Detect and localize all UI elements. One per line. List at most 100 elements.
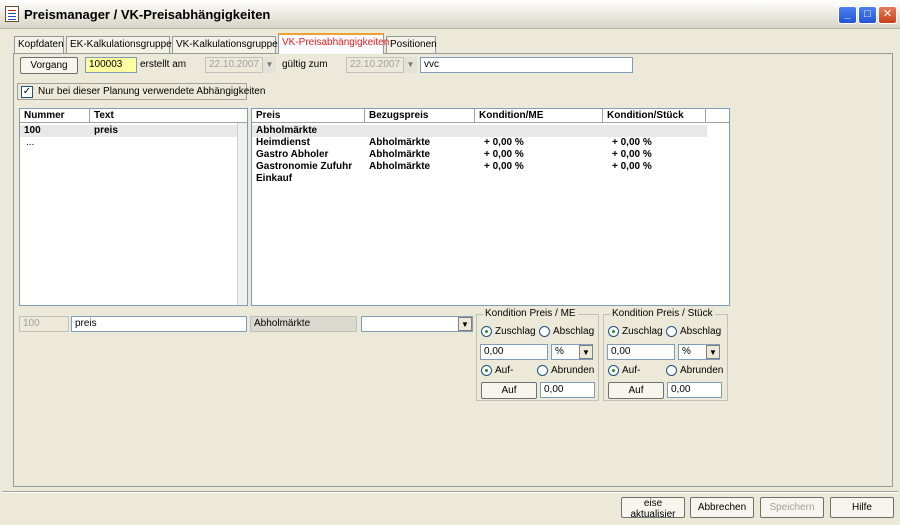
column-header-text[interactable]: Text [90,109,247,123]
gueltig-date-field[interactable]: 22.10.2007 [346,57,406,73]
kondition-me-zuschlag-radio[interactable] [481,326,492,337]
left-list-scrollbar[interactable] [237,123,247,305]
column-header-preis[interactable]: Preis [252,109,365,123]
list-item-text: preis [94,125,118,136]
kondition-stueck-zuschlag-label: Zuschlag [622,326,663,337]
cell-preis: Gastro Abholer [256,149,329,160]
vorgang-button[interactable]: Vorgang [20,57,78,74]
window-title: Preismanager / VK-Preisabhängigkeiten [24,7,271,22]
kondition-me-abschlag-label: Abschlag [553,326,595,337]
description-field[interactable]: vvc [420,57,633,73]
kondition-stueck-auf-button[interactable]: Auf [608,382,664,399]
kondition-me-value-field[interactable]: 0,00 [480,344,548,360]
kondition-me-auf-field[interactable]: 0,00 [540,382,595,398]
app-window: Preismanager / VK-Preisabhängigkeiten _ … [0,0,900,525]
app-icon [5,6,19,22]
kondition-stueck-auf-label: Auf- [622,365,641,376]
list-item[interactable]: 100 preis [20,125,238,137]
footer-separator [2,491,898,493]
kondition-stueck-auf-radio[interactable] [608,365,619,376]
kondition-stueck-abschlag-label: Abschlag [680,326,722,337]
kondition-stueck-abrunden-label: Abrunden [680,365,724,376]
cell-kondition-stueck: + 0,00 % [612,149,652,160]
cell-bezug: Abholmärkte [369,149,431,160]
kondition-stueck-unit-dropdown-icon[interactable]: ▼ [706,345,720,359]
kondition-me-auf-radio[interactable] [481,365,492,376]
kondition-stueck-value-field[interactable]: 0,00 [607,344,675,360]
detail-text-field[interactable]: preis [71,316,247,332]
update-button[interactable]: eise aktualisier [621,497,685,520]
detail-bezug-field[interactable]: Abholmärkte [250,316,357,332]
filter-checkbox-label: Nur bei dieser Planung verwendete Abhäng… [38,86,266,97]
tab-positionen[interactable]: Positionen [386,36,437,53]
table-row[interactable]: Heimdienst Abholmärkte + 0,00 % + 0,00 % [252,137,707,149]
close-button[interactable]: ✕ [878,6,897,24]
cell-kondition-me: + 0,00 % [484,149,524,160]
tab-vk-kalkulationsgruppen[interactable]: VK-Kalkulationsgruppen [172,36,283,53]
title-bar: Preismanager / VK-Preisabhängigkeiten _ … [0,0,900,29]
filter-checkbox[interactable]: ✓ [21,86,33,98]
kondition-me-unit-dropdown-icon[interactable]: ▼ [579,345,593,359]
nummer-list[interactable]: Nummer Text 100 preis ... [19,108,248,306]
column-header-kondition-stueck[interactable]: Kondition/Stück [603,109,706,123]
erstellt-date-field[interactable]: 22.10.2007 [205,57,265,73]
cancel-button[interactable]: Abbrechen [690,497,754,518]
tab-vk-preisabhaengigkeiten[interactable]: VK-Preisabhängigkeiten [278,33,389,54]
kondition-me-auf-button[interactable]: Auf [481,382,537,399]
gueltig-dropdown-arrow-icon[interactable]: ▼ [403,57,417,73]
column-header-bezugspreis[interactable]: Bezugspreis [365,109,475,123]
detail-bezug-combo[interactable] [361,316,473,332]
column-header-nummer[interactable]: Nummer [20,109,90,123]
close-icon: ✕ [882,8,893,20]
kondition-me-abschlag-radio[interactable] [539,326,550,337]
cell-preis: Heimdienst [256,137,310,148]
tab-kopfdaten[interactable]: Kopfdaten [14,36,64,53]
cell-preis: Gastronomie Zufuhr [256,161,353,172]
cell-kondition-me: + 0,00 % [484,137,524,148]
kondition-me-zuschlag-label: Zuschlag [495,326,536,337]
table-row[interactable]: Abholmärkte [252,125,707,137]
kondition-me-title: Kondition Preis / ME [483,308,578,320]
cell-bezug: Abholmärkte [369,161,431,172]
table-row[interactable]: Einkauf [252,173,707,185]
tab-ek-kalkulationsgruppen[interactable]: EK-Kalkulationsgruppen [66,36,177,53]
column-header-empty [706,109,729,123]
kondition-stueck-abrunden-radio[interactable] [666,365,677,376]
list-item-nummer: 100 [24,125,41,136]
cell-bezug: Abholmärkte [369,137,431,148]
vorgang-field[interactable]: 100003 [85,57,137,73]
list-item[interactable]: ... [20,137,238,149]
help-button[interactable]: Hilfe [830,497,894,518]
gueltig-label: gültig zum [282,59,328,70]
kondition-stueck-auf-field[interactable]: 0,00 [667,382,722,398]
cell-kondition-stueck: + 0,00 % [612,137,652,148]
kondition-stueck-zuschlag-radio[interactable] [608,326,619,337]
save-button[interactable]: Speichern [760,497,824,518]
kondition-me-abrunden-radio[interactable] [537,365,548,376]
cell-preis: Abholmärkte [256,125,318,136]
minimize-button[interactable]: _ [838,6,857,24]
erstellt-dropdown-arrow-icon[interactable]: ▼ [262,57,276,73]
detail-nummer-field[interactable]: 100 [19,316,69,332]
check-icon: ✓ [22,86,32,97]
erstellt-label: erstellt am [140,59,187,70]
table-row[interactable]: Gastronomie Zufuhr Abholmärkte + 0,00 % … [252,161,707,173]
kondition-me-abrunden-label: Abrunden [551,365,595,376]
minimize-icon: _ [844,8,851,20]
column-header-kondition-me[interactable]: Kondition/ME [475,109,603,123]
kondition-stueck-abschlag-radio[interactable] [666,326,677,337]
table-row[interactable]: Gastro Abholer Abholmärkte + 0,00 % + 0,… [252,149,707,161]
list-item-nummer: ... [26,137,35,148]
kondition-stueck-title: Kondition Preis / Stück [610,308,715,320]
kondition-me-auf-label: Auf- [495,365,514,376]
kondition-stueck-group: Kondition Preis / Stück Zuschlag Abschla… [603,308,728,401]
preis-list[interactable]: Preis Bezugspreis Kondition/ME Kondition… [251,108,730,306]
filter-checkbox-row[interactable]: ✓ Nur bei dieser Planung verwendete Abhä… [17,83,265,100]
cell-kondition-me: + 0,00 % [484,161,524,172]
maximize-icon: □ [864,8,871,20]
maximize-button[interactable]: □ [858,6,877,24]
cell-kondition-stueck: + 0,00 % [612,161,652,172]
detail-combo-dropdown-icon[interactable]: ▼ [458,317,472,331]
kondition-me-group: Kondition Preis / ME Zuschlag Abschlag 0… [476,308,599,401]
cell-preis: Einkauf [256,173,293,184]
